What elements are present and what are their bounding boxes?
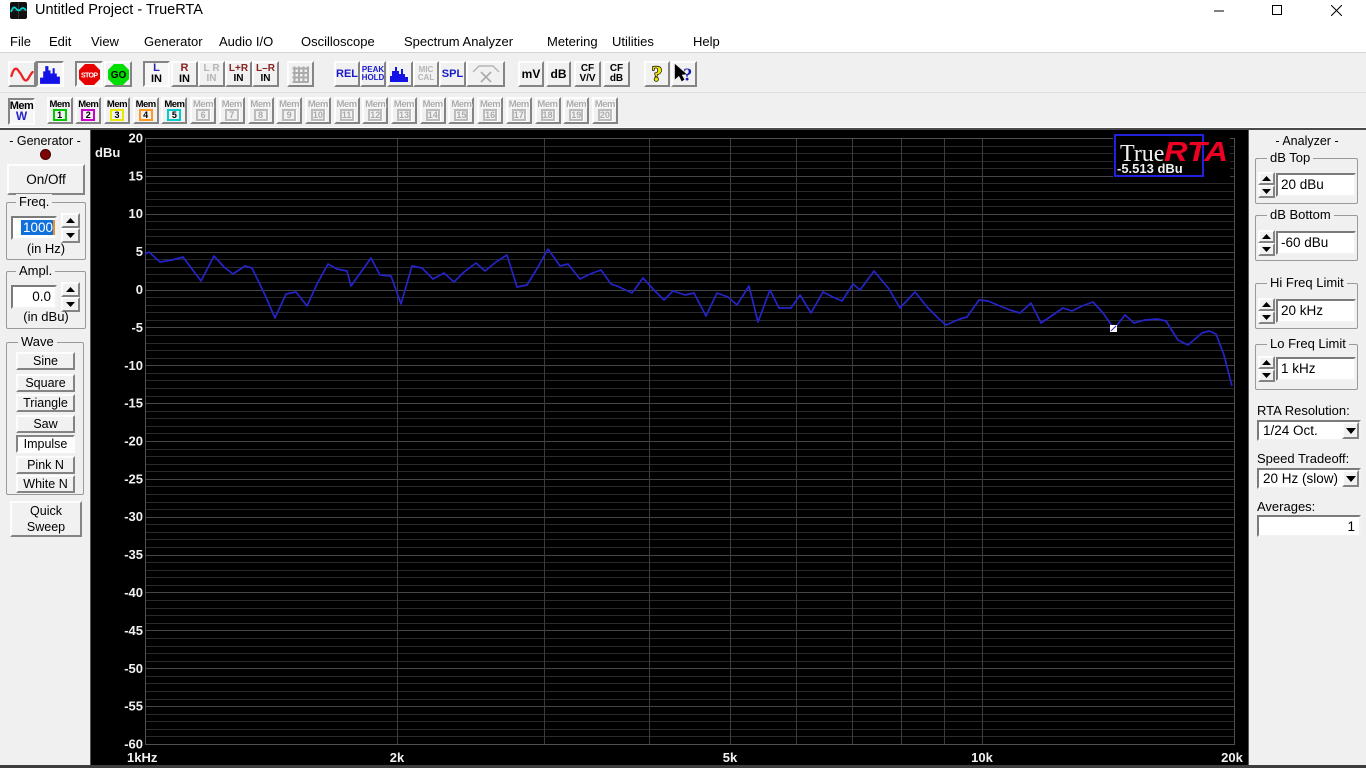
- svg-text:-5.513 dBu: -5.513 dBu: [1117, 161, 1183, 176]
- svg-text:20k: 20k: [1221, 750, 1243, 765]
- svg-text:15: 15: [129, 168, 143, 183]
- svg-text:5: 5: [136, 244, 143, 259]
- svg-text:0: 0: [136, 282, 143, 297]
- svg-text:20: 20: [129, 131, 143, 146]
- svg-text:-45: -45: [124, 623, 143, 638]
- svg-text:?: ?: [652, 62, 663, 86]
- svg-text:STOP: STOP: [81, 72, 98, 79]
- svg-text:-25: -25: [124, 471, 143, 486]
- svg-text:-35: -35: [124, 547, 143, 562]
- svg-text:10: 10: [129, 206, 143, 221]
- svg-text:-15: -15: [124, 396, 143, 411]
- svg-text:GO: GO: [110, 70, 126, 81]
- svg-text:dBu: dBu: [95, 145, 120, 160]
- svg-text:10k: 10k: [971, 750, 993, 765]
- svg-text:-30: -30: [124, 509, 143, 524]
- svg-text:1kHz: 1kHz: [127, 750, 158, 765]
- svg-text:-40: -40: [124, 585, 143, 600]
- svg-text:2k: 2k: [390, 750, 405, 765]
- svg-text:-10: -10: [124, 358, 143, 373]
- svg-text:-20: -20: [124, 434, 143, 449]
- svg-text:-5: -5: [131, 320, 143, 335]
- svg-text:-50: -50: [124, 661, 143, 676]
- svg-text:5k: 5k: [723, 750, 738, 765]
- svg-text:-55: -55: [124, 699, 143, 714]
